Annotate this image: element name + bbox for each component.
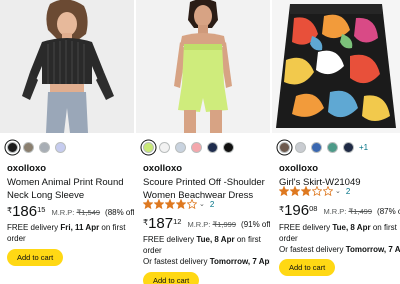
brand-name: oxolloxo	[279, 163, 319, 174]
color-swatch[interactable]	[327, 141, 338, 153]
price-block: ₹ 196 08 M.R.P: ₹1,499 (87% off)	[279, 203, 400, 218]
color-swatches	[143, 140, 234, 154]
star-icon	[176, 199, 186, 209]
product-image[interactable]	[0, 0, 134, 133]
price-whole: 186	[12, 203, 38, 220]
delivery-date: Fri, 11 Apr	[60, 223, 100, 232]
discount-percent: (88% off)	[105, 208, 134, 217]
product-image[interactable]	[272, 0, 400, 133]
color-swatch[interactable]	[295, 141, 306, 153]
color-swatch[interactable]	[191, 141, 202, 153]
mrp: M.R.P: ₹1,549	[51, 208, 100, 217]
star-icon	[312, 186, 322, 196]
rating-count[interactable]: 2	[346, 187, 350, 196]
color-swatch[interactable]	[223, 141, 234, 153]
star-icon	[154, 199, 164, 209]
product-title[interactable]: Women Animal Print Round Neck Long Sleev…	[7, 176, 131, 202]
color-swatches	[7, 140, 66, 154]
price-whole: 196	[284, 202, 310, 219]
color-swatch[interactable]	[7, 141, 18, 153]
color-swatch[interactable]	[207, 141, 218, 153]
color-swatch[interactable]	[279, 141, 290, 153]
rating[interactable]: ⌄ 2	[143, 198, 214, 210]
color-swatch[interactable]	[55, 141, 66, 153]
star-icon	[290, 186, 300, 196]
price-block: ₹ 187 12 M.R.P: ₹1,999 (91% off)	[143, 216, 270, 231]
fastest-prefix: Or fastest delivery	[279, 245, 346, 254]
rating-count[interactable]: 2	[210, 200, 214, 209]
price-whole: 187	[148, 215, 174, 232]
color-swatch[interactable]	[343, 141, 354, 153]
mrp-label: M.R.P:	[51, 208, 75, 217]
mrp: M.R.P: ₹1,999	[187, 220, 236, 229]
color-swatch[interactable]	[143, 141, 154, 153]
fastest-date: Tomorrow, 7 Apr	[345, 245, 400, 254]
add-to-cart-button[interactable]: Add to cart	[7, 249, 64, 266]
color-swatch[interactable]	[23, 141, 34, 153]
discount-percent: (91% off)	[241, 220, 270, 229]
fastest-delivery-info: Or fastest delivery Tomorrow, 7 Apr	[279, 244, 400, 255]
mrp-value: ₹1,499	[348, 207, 373, 216]
add-to-cart-button[interactable]: Add to cart	[143, 272, 200, 284]
product-card[interactable]: oxolloxo Scoure Printed Off -Shoulder Wo…	[136, 0, 270, 284]
chevron-down-icon[interactable]: ⌄	[335, 187, 341, 195]
fastest-date: Tomorrow, 7 Apr	[209, 257, 270, 266]
delivery-info: FREE delivery Tue, 8 Apr on first order	[279, 222, 397, 244]
star-icon	[279, 186, 289, 196]
delivery-date: Tue, 8 Apr	[196, 235, 235, 244]
brand-name: oxolloxo	[143, 163, 183, 174]
brand-name: oxolloxo	[7, 163, 47, 174]
star-icon	[165, 199, 175, 209]
delivery-prefix: FREE delivery	[279, 223, 333, 232]
star-icon	[301, 186, 311, 196]
color-swatch[interactable]	[175, 141, 186, 153]
price-fraction: 15	[37, 205, 46, 214]
more-swatches-link[interactable]: +1	[359, 143, 368, 152]
star-icon	[187, 199, 197, 209]
product-image[interactable]	[136, 0, 270, 133]
price-fraction: 12	[173, 217, 182, 226]
mrp-value: ₹1,999	[212, 220, 237, 229]
mrp-label: M.R.P:	[323, 207, 347, 216]
mrp: M.R.P: ₹1,499	[323, 207, 372, 216]
delivery-info: FREE delivery Fri, 11 Apr on first order	[7, 222, 131, 244]
mrp-label: M.R.P:	[187, 220, 211, 229]
star-icon	[323, 186, 333, 196]
color-swatches: +1	[279, 140, 368, 154]
delivery-info: FREE delivery Tue, 8 Apr on first order	[143, 234, 267, 256]
product-card[interactable]: oxolloxo Women Animal Print Round Neck L…	[0, 0, 134, 284]
fastest-prefix: Or fastest delivery	[143, 257, 210, 266]
color-swatch[interactable]	[311, 141, 322, 153]
chevron-down-icon[interactable]: ⌄	[199, 200, 205, 208]
delivery-date: Tue, 8 Apr	[332, 223, 371, 232]
add-to-cart-button[interactable]: Add to cart	[279, 259, 336, 276]
rating[interactable]: ⌄ 2	[279, 185, 350, 197]
mrp-value: ₹1,549	[76, 208, 101, 217]
color-swatch[interactable]	[39, 141, 50, 153]
delivery-prefix: FREE delivery	[7, 223, 61, 232]
color-swatch[interactable]	[159, 141, 170, 153]
fastest-delivery-info: Or fastest delivery Tomorrow, 7 Apr	[143, 256, 270, 267]
price-block: ₹ 186 15 M.R.P: ₹1,549 (88% off)	[7, 204, 134, 219]
star-icon	[143, 199, 153, 209]
product-card[interactable]: +1 oxolloxo Girl's Skirt-W21049 ⌄ 2 ₹ 196…	[272, 0, 400, 284]
discount-percent: (87% off)	[377, 207, 400, 216]
price-fraction: 08	[309, 204, 318, 213]
delivery-prefix: FREE delivery	[143, 235, 197, 244]
